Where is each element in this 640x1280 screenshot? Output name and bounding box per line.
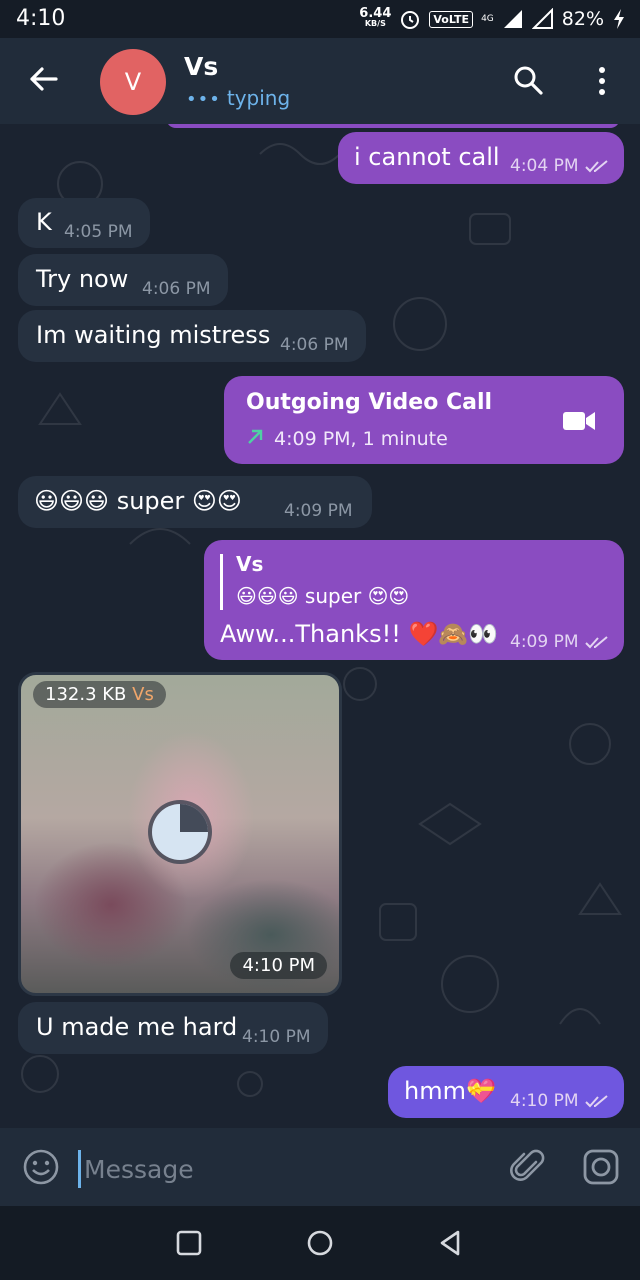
chat-title[interactable]: Vs <box>184 52 218 81</box>
avatar-letter: V <box>124 68 142 96</box>
double-check-icon <box>584 160 608 173</box>
attach-icon[interactable] <box>510 1146 546 1186</box>
message-time: 4:10 PM <box>510 1091 609 1111</box>
back-arrow-icon[interactable] <box>26 62 60 96</box>
media-size-badge: 132.3 KB Vs <box>33 681 166 708</box>
home-icon[interactable] <box>305 1228 335 1258</box>
reply-author: Vs <box>236 552 264 576</box>
chat-area[interactable]: i cannot call 4:04 PM K 4:05 PM Try now … <box>0 124 640 1128</box>
message-outgoing[interactable]: hmm💝 4:10 PM <box>388 1066 624 1118</box>
video-call-icon[interactable] <box>562 410 596 432</box>
message-text: U made me hard <box>36 1013 238 1041</box>
message-incoming[interactable]: Try now 4:06 PM <box>18 254 228 306</box>
call-message[interactable]: Outgoing Video Call 4:09 PM, 1 minute <box>224 376 624 464</box>
chat-header: V Vs ••• typing <box>0 38 640 124</box>
message-input-bar <box>0 1128 640 1206</box>
message-text: 😃😃😃 super 😍😍 <box>34 487 242 515</box>
message-time: 4:06 PM <box>142 279 211 299</box>
message-time: 4:09 PM <box>510 632 609 652</box>
message-text: Aww...Thanks!! ❤️🙈👀 <box>220 620 499 648</box>
message-text: i cannot call <box>354 143 500 171</box>
search-icon[interactable] <box>512 64 544 96</box>
double-check-icon <box>584 636 608 649</box>
message-incoming[interactable]: K 4:05 PM <box>18 198 150 248</box>
message-bubble-partial <box>166 124 620 128</box>
typing-status: ••• typing <box>186 86 290 110</box>
signal-empty-icon <box>531 8 553 29</box>
media-message[interactable]: 132.3 KB Vs 4:10 PM <box>18 672 342 996</box>
recent-apps-icon[interactable] <box>174 1228 204 1258</box>
battery-percent: 82% <box>561 8 604 30</box>
typing-label: typing <box>226 86 291 110</box>
message-time: 4:10 PM <box>242 1027 311 1047</box>
message-input[interactable] <box>82 1148 466 1190</box>
emoji-icon[interactable] <box>22 1148 60 1186</box>
call-title: Outgoing Video Call <box>246 390 493 415</box>
message-time: 4:04 PM <box>510 156 609 176</box>
message-incoming[interactable]: 😃😃😃 super 😍😍 4:09 PM <box>18 476 372 528</box>
charging-icon <box>614 9 624 29</box>
media-size: 132.3 KB <box>45 684 127 705</box>
text-caret <box>78 1150 81 1188</box>
net-speed-unit: KB/S <box>364 19 386 28</box>
signal-icon <box>503 10 522 28</box>
message-time: 4:05 PM <box>64 222 133 242</box>
nav-back-icon[interactable] <box>436 1228 466 1258</box>
avatar[interactable]: V <box>100 49 166 115</box>
reply-quote-bar <box>220 554 223 610</box>
message-text: hmm💝 <box>404 1077 496 1105</box>
reply-quoted-text: 😃😃😃 super 😍😍 <box>236 584 410 608</box>
message-incoming[interactable]: Im waiting mistress 4:06 PM <box>18 310 366 362</box>
message-text: Im waiting mistress <box>36 321 271 349</box>
message-time: 4:06 PM <box>280 335 349 355</box>
call-outgoing-arrow-icon <box>248 429 263 444</box>
alarm-icon <box>401 11 420 29</box>
system-nav-bar <box>0 1206 640 1280</box>
message-text: K <box>36 208 52 236</box>
more-options-icon[interactable] <box>590 66 614 96</box>
net-speed-value: 6.44 <box>359 6 392 21</box>
typing-dots-icon: ••• <box>186 89 221 110</box>
reply-message[interactable]: Vs 😃😃😃 super 😍😍 Aww...Thanks!! ❤️🙈👀 4:09… <box>204 540 624 660</box>
status-icons: 6.44 KB/S VoLTE 4G 82% <box>359 4 626 34</box>
message-outgoing[interactable]: i cannot call 4:04 PM <box>338 132 624 184</box>
net-speed: 6.44 KB/S <box>359 6 392 29</box>
camera-icon[interactable] <box>582 1148 620 1186</box>
status-bar: 4:10 6.44 KB/S VoLTE 4G 82% <box>0 0 640 38</box>
network-type: 4G <box>481 13 494 24</box>
media-sender: Vs <box>132 684 154 705</box>
volte-badge: VoLTE <box>429 10 474 28</box>
message-time: 4:09 PM <box>284 501 353 521</box>
call-detail: 4:09 PM, 1 minute <box>274 428 448 450</box>
double-check-icon <box>584 1095 608 1108</box>
message-incoming[interactable]: U made me hard 4:10 PM <box>18 1002 328 1054</box>
message-text: Try now <box>36 265 129 293</box>
media-time: 4:10 PM <box>230 952 327 979</box>
download-progress-icon[interactable] <box>145 797 215 867</box>
status-time: 4:10 <box>16 6 66 31</box>
